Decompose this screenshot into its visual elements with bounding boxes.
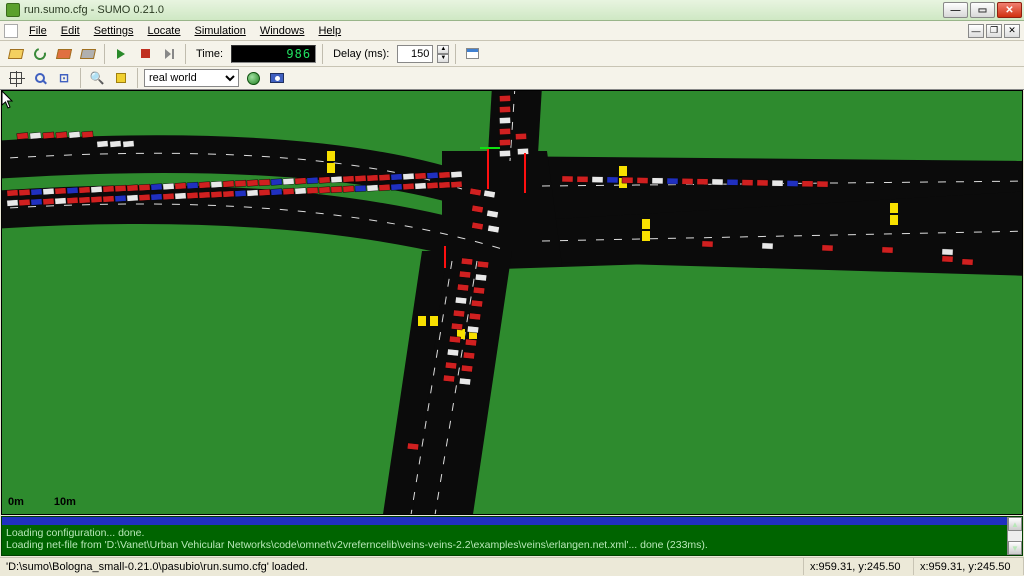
delay-input[interactable] <box>397 45 433 63</box>
separator <box>80 68 81 88</box>
close-button[interactable]: ✕ <box>997 2 1022 18</box>
view-toolbar: ⊡ 🔍 real world <box>0 67 1024 90</box>
camera-icon <box>270 73 284 83</box>
menu-edit[interactable]: Edit <box>54 23 87 39</box>
screenshot-button[interactable] <box>267 68 287 88</box>
stop-button[interactable] <box>135 44 155 64</box>
delay-spinner[interactable]: ▲ ▼ <box>437 45 449 63</box>
zoom-fit-button[interactable]: ⊡ <box>54 68 74 88</box>
step-icon <box>165 49 174 59</box>
scale-zero: 0m <box>8 496 24 508</box>
menu-file[interactable]: File <box>22 23 54 39</box>
window-buttons: — ▭ ✕ <box>943 2 1022 18</box>
window-title: run.sumo.cfg - SUMO 0.21.0 <box>24 4 943 16</box>
save-icon <box>56 49 72 59</box>
open-button[interactable] <box>6 44 26 64</box>
flag-icon <box>116 73 126 83</box>
reload-icon <box>32 45 48 61</box>
flag-button[interactable] <box>111 68 131 88</box>
pan-button[interactable] <box>6 68 26 88</box>
main-toolbar: Time: 986 Delay (ms): ▲ ▼ <box>0 41 1024 67</box>
menu-locate[interactable]: Locate <box>140 23 187 39</box>
spinner-up-icon[interactable]: ▲ <box>437 45 449 54</box>
log-line: Loading net-file from 'D:\Vanet\Urban Ve… <box>6 539 708 551</box>
play-icon <box>117 49 125 59</box>
maximize-button[interactable]: ▭ <box>970 2 995 18</box>
status-coord-1: x:959.31, y:245.50 <box>804 558 914 575</box>
app-window-button[interactable] <box>462 44 482 64</box>
magnifier-icon <box>35 73 45 83</box>
menu-settings[interactable]: Settings <box>87 23 141 39</box>
open-icon <box>8 49 24 59</box>
zoom-button[interactable] <box>30 68 50 88</box>
message-log: Loading configuration... done. Loading n… <box>1 516 1023 556</box>
status-coord-2: x:959.31, y:245.50 <box>914 558 1024 575</box>
log-scrollbar[interactable]: ▲ ▼ <box>1007 517 1022 555</box>
menu-help[interactable]: Help <box>311 23 348 39</box>
view-mode-select[interactable]: real world <box>144 69 239 87</box>
locate-button[interactable]: 🔍 <box>87 68 107 88</box>
scroll-down-icon[interactable]: ▼ <box>1008 541 1022 555</box>
app-icon <box>6 3 20 17</box>
minimize-button[interactable]: — <box>943 2 968 18</box>
step-button[interactable] <box>159 44 179 64</box>
menu-simulation[interactable]: Simulation <box>187 23 252 39</box>
separator <box>104 44 105 64</box>
stop-icon <box>141 49 150 58</box>
menu-bar: File Edit Settings Locate Simulation Win… <box>0 21 1024 41</box>
reload-button[interactable] <box>30 44 50 64</box>
status-bar: 'D:\sumo\Bologna_small-0.21.0\pasubio\ru… <box>0 557 1024 575</box>
mdi-minimize-button[interactable]: — <box>968 24 984 38</box>
separator <box>322 44 323 64</box>
mdi-restore-button[interactable]: ❐ <box>986 24 1002 38</box>
menu-windows[interactable]: Windows <box>253 23 312 39</box>
log-divider <box>2 517 1022 525</box>
save-button[interactable] <box>54 44 74 64</box>
delay-label: Delay (ms): <box>329 48 393 60</box>
separator <box>137 68 138 88</box>
simulation-view[interactable]: 0m 10m <box>1 90 1023 515</box>
app-window-icon <box>466 48 479 59</box>
print-button[interactable] <box>78 44 98 64</box>
color-scheme-button[interactable] <box>243 68 263 88</box>
scroll-up-icon[interactable]: ▲ <box>1008 517 1022 531</box>
scale-ruler: 0m 10m <box>8 496 76 508</box>
time-display: 986 <box>231 45 316 63</box>
print-icon <box>80 49 96 59</box>
globe-icon <box>247 72 260 85</box>
title-bar: run.sumo.cfg - SUMO 0.21.0 — ▭ ✕ <box>0 0 1024 21</box>
time-label: Time: <box>192 48 227 60</box>
system-menu-icon[interactable] <box>4 24 18 38</box>
mdi-close-button[interactable]: ✕ <box>1004 24 1020 38</box>
scale-ten: 10m <box>54 496 76 508</box>
log-line: Loading configuration... done. <box>6 527 144 539</box>
crosshair-icon <box>10 72 22 84</box>
spinner-down-icon[interactable]: ▼ <box>437 54 449 63</box>
locate-icon: 🔍 <box>90 71 105 85</box>
separator <box>455 44 456 64</box>
status-path: 'D:\sumo\Bologna_small-0.21.0\pasubio\ru… <box>0 558 804 575</box>
play-button[interactable] <box>111 44 131 64</box>
separator <box>185 44 186 64</box>
zoom-fit-icon: ⊡ <box>59 71 69 85</box>
